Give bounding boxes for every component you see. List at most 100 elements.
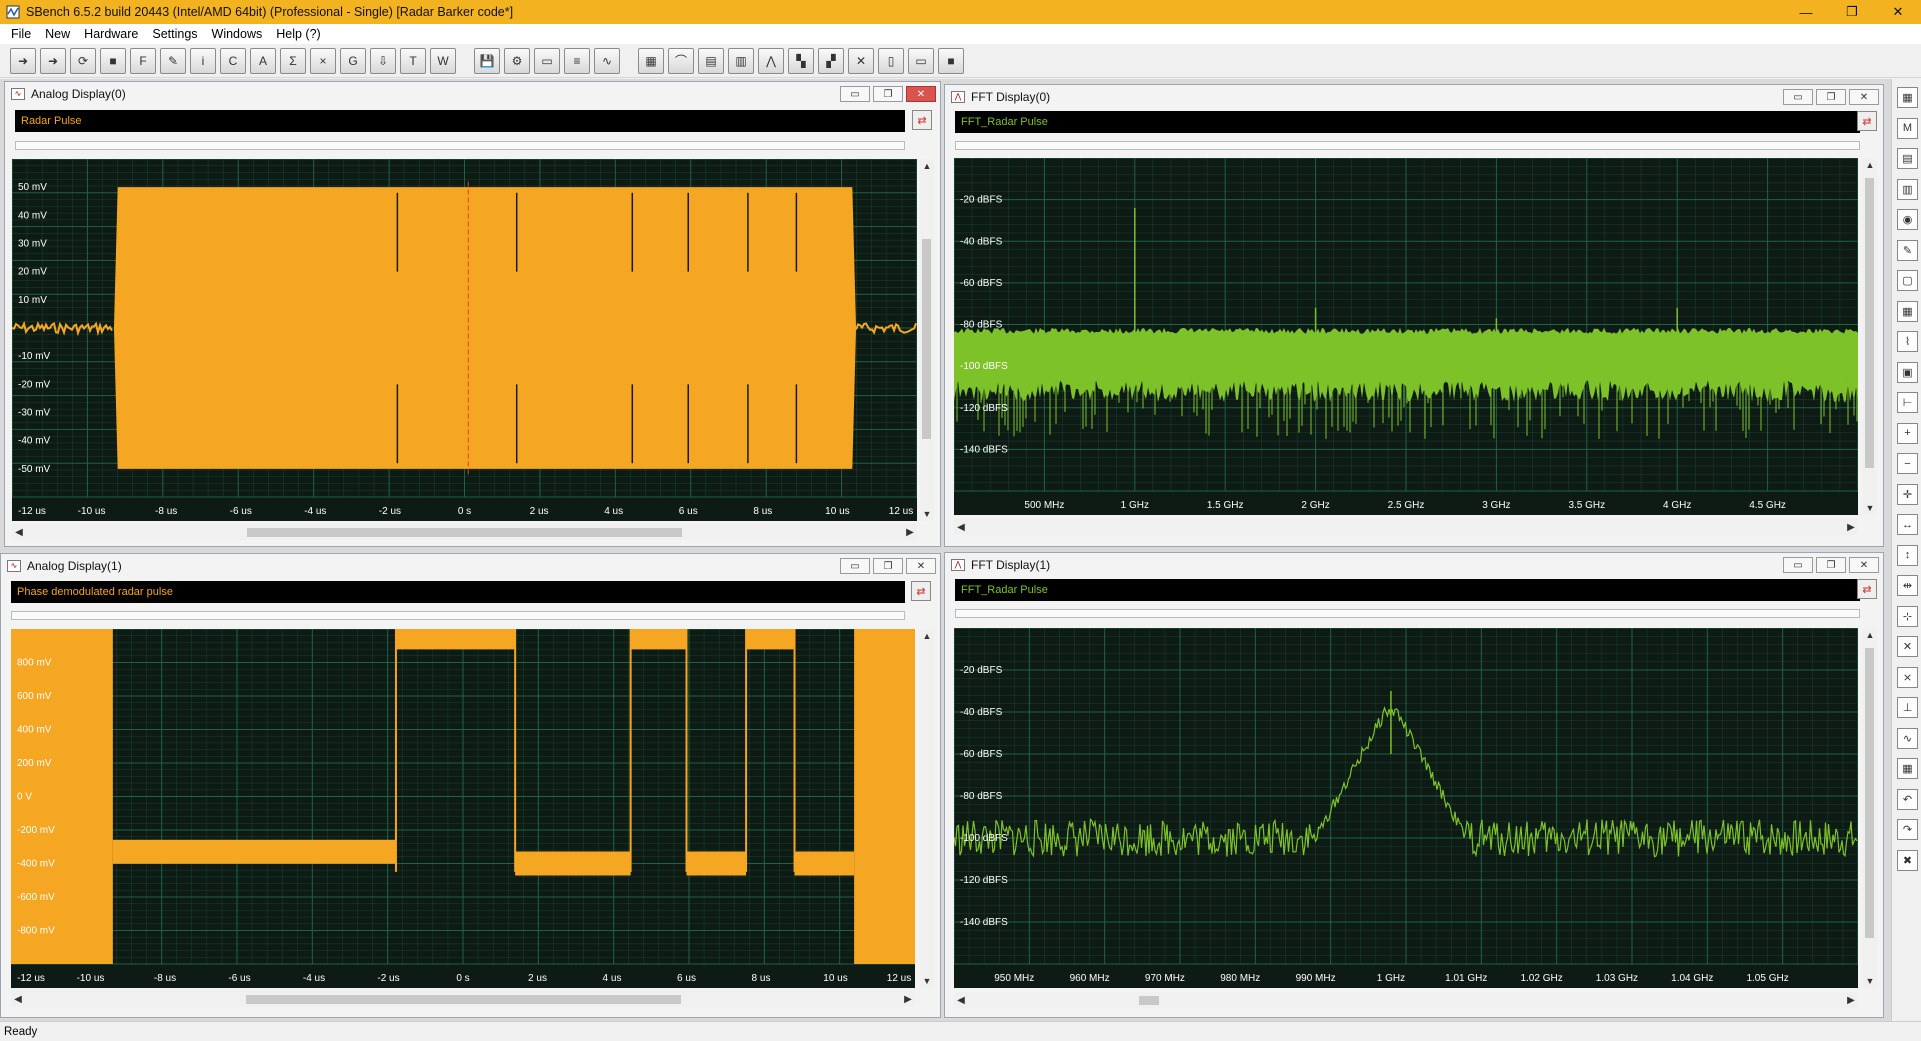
- window-close-button[interactable]: ✕: [906, 558, 936, 574]
- window-restore-button[interactable]: ❐: [873, 86, 903, 102]
- delete-icon[interactable]: ✖: [1897, 849, 1918, 871]
- scroll-left-arrow[interactable]: ◀: [11, 991, 25, 1007]
- save-icon[interactable]: 💾: [474, 47, 500, 74]
- zoom-out-icon[interactable]: −: [1897, 453, 1918, 474]
- statistics-icon[interactable]: Σ: [280, 47, 306, 74]
- horizontal-scrollbar[interactable]: ◀ ▶: [12, 524, 917, 540]
- vertical-scrollbar[interactable]: ▲ ▼: [1863, 628, 1877, 988]
- vertical-scrollbar[interactable]: ▲ ▼: [920, 159, 934, 521]
- cursor-xx-icon[interactable]: ⨯: [1897, 666, 1918, 688]
- channel-settings-button[interactable]: ⇄: [1857, 111, 1877, 131]
- scroll-down-arrow[interactable]: ▼: [920, 974, 934, 988]
- align-icon[interactable]: ⇹: [1897, 575, 1918, 596]
- channel-settings-button[interactable]: ⇄: [912, 110, 932, 130]
- wave-export-icon[interactable]: W: [430, 47, 456, 74]
- full-icon[interactable]: ■: [938, 47, 964, 74]
- scroll-down-arrow[interactable]: ▼: [1863, 974, 1877, 988]
- gain-icon[interactable]: G: [340, 47, 366, 74]
- text-export-icon[interactable]: T: [400, 47, 426, 74]
- window-minimize-button[interactable]: ▭: [1783, 89, 1813, 105]
- scroll-right-arrow[interactable]: ▶: [901, 991, 915, 1007]
- mult-icon[interactable]: ×: [310, 47, 336, 74]
- window-minimize-button[interactable]: ▭: [840, 86, 870, 102]
- vertical-scrollbar[interactable]: ▲ ▼: [1863, 158, 1877, 515]
- scroll-thumb[interactable]: [922, 239, 931, 439]
- window-close-button[interactable]: ✕: [1849, 557, 1879, 573]
- scroll-thumb[interactable]: [246, 995, 681, 1004]
- menu-new[interactable]: New: [45, 27, 70, 41]
- info-icon[interactable]: i: [190, 47, 216, 74]
- scroll-left-arrow[interactable]: ◀: [954, 992, 968, 1008]
- fft-plot-0[interactable]: -20 dBFS -40 dBFS -60 dBFS -80 dBFS -100 dBF…: [954, 158, 1858, 515]
- menu-settings[interactable]: Settings: [152, 27, 197, 41]
- pen-icon[interactable]: ✎: [1897, 239, 1918, 261]
- zoom-fit-icon[interactable]: ✛: [1897, 483, 1918, 505]
- scroll-up-arrow[interactable]: ▲: [1863, 628, 1877, 642]
- grid-display-icon[interactable]: ▦: [638, 47, 664, 74]
- zoom-x-icon[interactable]: ↔: [1897, 514, 1918, 535]
- window-close-button[interactable]: ✕: [906, 86, 936, 102]
- window-restore-button[interactable]: ❐: [1816, 557, 1846, 573]
- histogram-icon[interactable]: ▥: [728, 47, 754, 74]
- spreadsheet-icon[interactable]: ▦: [1897, 300, 1918, 322]
- wave-icon[interactable]: ∿: [1897, 727, 1918, 749]
- waterfall-icon[interactable]: ▤: [698, 47, 724, 74]
- vertical-scrollbar[interactable]: ▲ ▼: [920, 629, 934, 988]
- scroll-up-arrow[interactable]: ▲: [920, 629, 934, 643]
- scroll-left-arrow[interactable]: ◀: [12, 524, 26, 540]
- redo-icon[interactable]: ↷: [1897, 819, 1918, 840]
- channel-settings-button[interactable]: ⇄: [1857, 579, 1877, 599]
- scroll-right-arrow[interactable]: ▶: [903, 524, 917, 540]
- cursor-icon[interactable]: ⊹: [1897, 605, 1918, 627]
- window-restore-button[interactable]: ❐: [873, 558, 903, 574]
- analysis-icon[interactable]: A: [250, 47, 276, 74]
- menu-file[interactable]: File: [11, 27, 31, 41]
- analog-display-icon[interactable]: ∿: [594, 47, 620, 74]
- horizontal-scrollbar[interactable]: ◀ ▶: [954, 519, 1858, 535]
- maximize-button[interactable]: ❐: [1829, 0, 1875, 24]
- scroll-left-arrow[interactable]: ◀: [954, 519, 968, 535]
- camera-icon[interactable]: ◉: [1897, 209, 1918, 230]
- window-restore-button[interactable]: ❐: [1816, 89, 1846, 105]
- export-data-icon[interactable]: ⇩: [370, 47, 396, 74]
- measure-icon[interactable]: ⊢: [1897, 392, 1918, 413]
- export-arrow-icon[interactable]: ➜: [40, 47, 66, 74]
- import-arrow-icon[interactable]: ➜: [10, 47, 36, 74]
- scroll-up-arrow[interactable]: ▲: [920, 159, 934, 173]
- stop-icon[interactable]: ■: [100, 47, 126, 74]
- window-minimize-button[interactable]: ▭: [1783, 557, 1813, 573]
- analog-plot-0[interactable]: 50 mV 40 mV 30 mV 20 mV 10 mV -10 mV -20 mV -30…: [12, 159, 917, 521]
- scale-icon[interactable]: ⌇: [1897, 331, 1918, 352]
- scroll-up-arrow[interactable]: ▲: [1863, 158, 1877, 172]
- menu-help[interactable]: Help (?): [276, 27, 320, 41]
- split-horizontal-icon[interactable]: ▭: [908, 47, 934, 74]
- menu-hardware[interactable]: Hardware: [84, 27, 138, 41]
- channel-icon[interactable]: C: [220, 47, 246, 74]
- cursor-x-icon[interactable]: ✕: [1897, 636, 1918, 657]
- table-icon[interactable]: ▤: [1897, 148, 1918, 169]
- fft-icon[interactable]: ⋀: [758, 47, 784, 74]
- grid-icon[interactable]: ▦: [1897, 87, 1918, 108]
- close-all-icon[interactable]: ✕: [848, 47, 874, 74]
- zoom-y-icon[interactable]: ↕: [1897, 544, 1918, 566]
- loop-icon[interactable]: ⟳: [70, 47, 96, 74]
- horizontal-scrollbar[interactable]: ◀ ▶: [954, 992, 1858, 1008]
- mode-icon[interactable]: M: [1897, 117, 1918, 139]
- zoom-in-icon[interactable]: +: [1897, 422, 1918, 444]
- doc-icon[interactable]: ▢: [1897, 270, 1918, 291]
- frame-icon[interactable]: ▣: [1897, 361, 1918, 383]
- tile-icon[interactable]: ▚: [788, 47, 814, 74]
- window-minimize-button[interactable]: ▭: [840, 558, 870, 574]
- window-icon[interactable]: ▭: [534, 47, 560, 74]
- undo-icon[interactable]: ↶: [1897, 788, 1918, 810]
- xy-display-icon[interactable]: ⌒: [668, 47, 694, 74]
- scroll-right-arrow[interactable]: ▶: [1844, 992, 1858, 1008]
- fft-plot-1[interactable]: -20 dBFS -40 dBFS -60 dBFS -80 dBFS -100 dBF…: [954, 628, 1858, 988]
- scroll-thumb[interactable]: [1865, 178, 1874, 468]
- minimize-button[interactable]: —: [1783, 0, 1829, 24]
- calc-icon[interactable]: ✎: [160, 47, 186, 74]
- horizontal-scrollbar[interactable]: ◀ ▶: [11, 991, 915, 1007]
- force-trigger-icon[interactable]: F: [130, 47, 156, 74]
- close-button[interactable]: ✕: [1875, 0, 1921, 24]
- scroll-thumb[interactable]: [1139, 996, 1159, 1005]
